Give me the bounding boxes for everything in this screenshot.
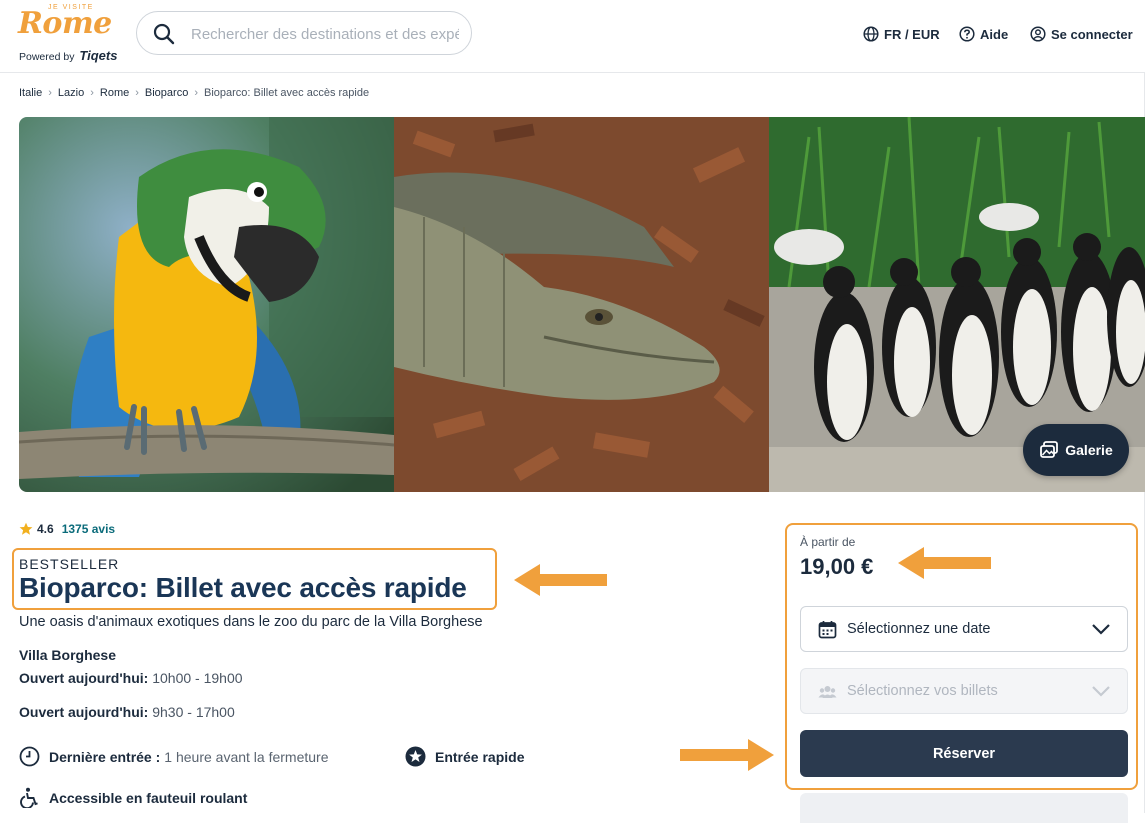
site-header: JE VISITE Rome Powered by Tiqets FR / EU… [0,0,1145,73]
secondary-card[interactable] [800,793,1128,823]
help-icon [959,26,975,42]
reserve-button[interactable]: Réserver [800,730,1128,777]
star-badge-icon [405,746,426,767]
opening-hours-row: Ouvert aujourd'hui: 10h00 - 19h00 [19,670,243,686]
reserve-button-label: Réserver [932,745,996,762]
price-from-label: À partir de [800,535,856,549]
feature-wheelchair: Accessible en fauteuil roulant [19,787,247,808]
search-input[interactable] [189,23,461,45]
clock-icon [19,746,40,767]
search-icon [153,23,175,50]
rating-summary: 4.6 1375 avis [19,522,115,536]
price-value: 19,00 € [800,554,874,579]
language-currency-button[interactable]: FR / EUR [863,25,940,43]
chevron-down-icon [1092,624,1110,635]
globe-icon [863,26,879,42]
chevron-right-icon: › [90,87,94,99]
feature-value: 1 heure avant la fermeture [164,748,329,765]
reviews-link[interactable]: 1375 avis [62,522,115,536]
arrow-left-icon [514,564,607,596]
login-button[interactable]: Se connecter [1030,25,1133,43]
gallery-button[interactable]: Galerie [1023,424,1129,476]
tickets-select-label: Sélectionnez vos billets [847,683,998,699]
login-label: Se connecter [1051,26,1133,42]
opening-hours-value: 10h00 - 19h00 [152,670,243,686]
brand-name: Tiqets [79,48,118,63]
logo-name: Rome [18,6,112,41]
help-button[interactable]: Aide [959,25,1008,43]
feature-label: Entrée rapide [435,748,525,765]
feature-label: Dernière entrée : [49,748,161,765]
product-subtitle: Une oasis d'animaux exotiques dans le zo… [19,614,483,630]
opening-hours-row: Ouvert aujourd'hui: 9h30 - 17h00 [19,704,235,720]
opening-hours-label: Ouvert aujourd'hui: [19,670,149,686]
photo-parrot[interactable] [19,117,394,492]
breadcrumb: Italie › Lazio › Rome › Bioparco › Biopa… [19,87,369,99]
calendar-icon [818,621,837,639]
breadcrumb-current: Bioparco: Billet avec accès rapide [204,87,370,99]
help-label: Aide [980,26,1009,42]
photo-crocodile[interactable] [394,117,769,492]
user-icon [1030,26,1046,42]
breadcrumb-item-lazio[interactable]: Lazio [58,87,84,99]
search-bar[interactable] [136,11,472,55]
page-title: Bioparco: Billet avec accès rapide [19,572,467,603]
logo[interactable]: JE VISITE Rome Powered by Tiqets [18,4,128,64]
opening-hours-value: 9h30 - 17h00 [152,704,235,720]
group-icon [818,686,837,698]
wheelchair-icon [20,787,38,808]
opening-hours-label: Ouvert aujourd'hui: [19,704,149,720]
gallery-button-label: Galerie [1065,442,1113,458]
chevron-right-icon: › [48,87,52,99]
powered-by-text: Powered by [19,51,75,63]
photo-gallery[interactable] [19,117,1145,492]
tickets-select[interactable]: Sélectionnez vos billets [800,668,1128,714]
location-name: Villa Borghese [19,647,117,663]
images-icon [1040,441,1059,458]
chevron-right-icon: › [194,87,198,99]
breadcrumb-item-bioparco[interactable]: Bioparco [145,87,188,99]
breadcrumb-item-italie[interactable]: Italie [19,87,42,99]
date-select-label: Sélectionnez une date [847,621,991,637]
date-select[interactable]: Sélectionnez une date [800,606,1128,652]
chevron-down-icon [1092,686,1110,697]
breadcrumb-item-rome[interactable]: Rome [100,87,129,99]
logo-powered-by: Powered by Tiqets [19,48,117,63]
feature-last-entry: Dernière entrée : 1 heure avant la ferme… [19,746,329,767]
arrow-left-icon [898,547,991,579]
feature-label: Accessible en fauteuil roulant [49,789,248,806]
arrow-right-icon [680,739,774,771]
language-label: FR / EUR [884,26,940,42]
chevron-right-icon: › [135,87,139,99]
star-icon [19,522,33,535]
feature-fast-entry: Entrée rapide [405,746,524,767]
rating-score: 4.6 [37,522,54,536]
bestseller-badge: BESTSELLER [19,556,120,572]
